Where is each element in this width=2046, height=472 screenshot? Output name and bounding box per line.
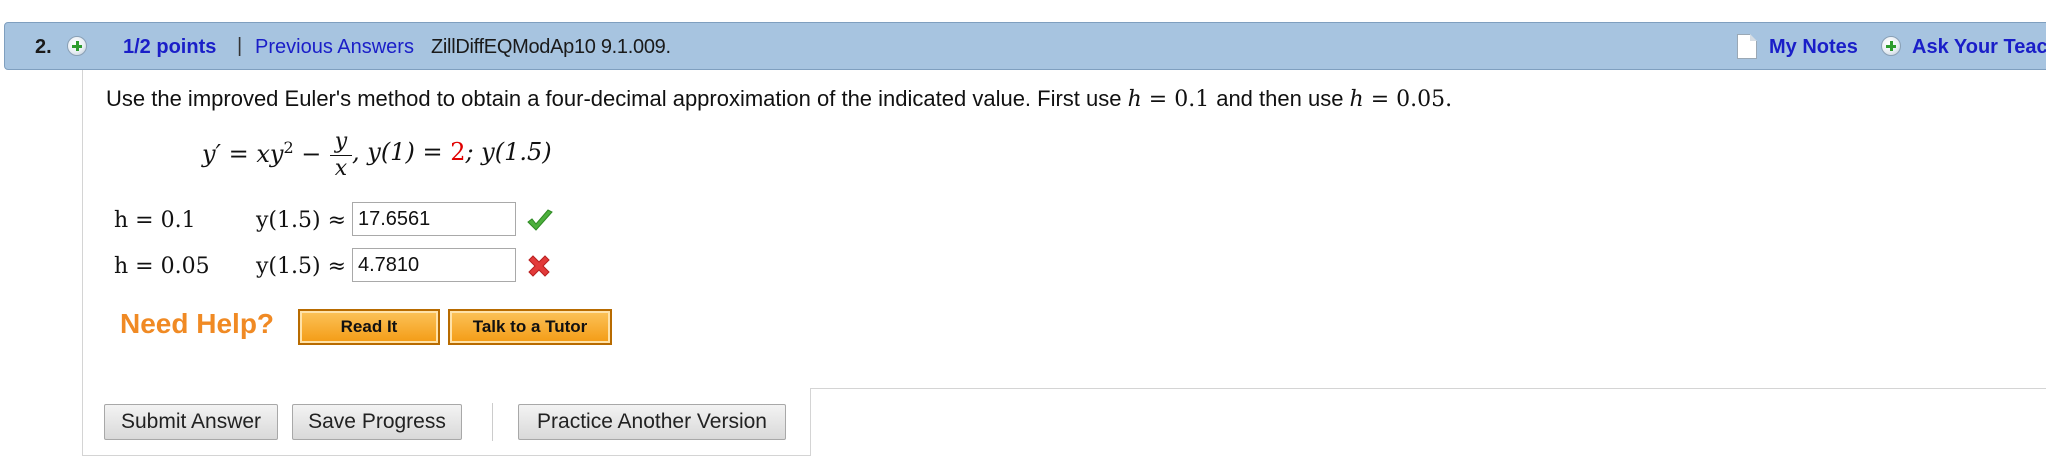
question-header-bar: 2. 1/2 points | Previous Answers ZillDif…	[4, 22, 2046, 70]
answer-input-h-0-05[interactable]	[352, 248, 516, 282]
equation-exponent: 2	[283, 138, 294, 157]
instruction-text: Use the improved Euler's method to obtai…	[106, 86, 1128, 111]
answer-y-label: y(1.5) ≈	[256, 208, 347, 233]
note-icon[interactable]	[1737, 34, 1757, 59]
answer-h-label: h = 0.05	[114, 254, 210, 279]
ask-your-teacher-link[interactable]: Ask Your Teac	[1912, 36, 2046, 59]
submit-answer-button[interactable]: Submit Answer	[104, 404, 278, 440]
equation-target: ; y(1.5)	[465, 138, 552, 166]
practice-another-version-button[interactable]: Practice Another Version	[518, 404, 786, 440]
fraction-numerator: y	[334, 129, 348, 154]
previous-answers-link[interactable]: Previous Answers	[255, 36, 414, 59]
equation-lhs: y′ = xy2 −	[202, 138, 321, 168]
instruction-h-symbol: h	[1127, 87, 1142, 112]
checkmark-icon	[527, 209, 553, 231]
content-frame-left	[82, 70, 83, 456]
fraction-denominator: x	[334, 156, 348, 181]
talk-to-tutor-button[interactable]: Talk to a Tutor	[448, 309, 612, 345]
instruction-h-value: = 0.05.	[1363, 87, 1453, 112]
instruction-h-value: = 0.1	[1141, 87, 1217, 112]
equation-initial-value: 2	[450, 138, 466, 166]
x-mark-icon	[528, 255, 550, 277]
equation-initial-condition: , y(1) =	[352, 138, 451, 166]
instruction-h-symbol: h	[1349, 87, 1364, 112]
save-progress-button[interactable]: Save Progress	[292, 404, 462, 440]
plus-circle-icon[interactable]	[1881, 36, 1901, 56]
read-it-button[interactable]: Read It	[298, 309, 440, 345]
points-link[interactable]: 1/2 points	[123, 36, 216, 59]
answer-h-label: h = 0.1	[114, 208, 196, 233]
equation-minus: −	[293, 140, 322, 168]
plus-circle-icon[interactable]	[67, 36, 87, 56]
answer-y-label: y(1.5) ≈	[256, 254, 347, 279]
equation-rhs: , y(1) = 2; y(1.5)	[352, 138, 552, 166]
content-frame-bottom	[82, 455, 811, 456]
question-number: 2.	[35, 36, 52, 58]
need-help-label: Need Help?	[120, 308, 275, 339]
header-separator: |	[237, 35, 243, 57]
problem-code: ZillDiffEQModAp10 9.1.009.	[431, 36, 671, 58]
button-separator	[492, 403, 493, 441]
instruction-text-mid: and then use	[1216, 86, 1350, 111]
my-notes-link[interactable]: My Notes	[1769, 36, 1858, 59]
equation-derivative: y′ = xy	[202, 140, 284, 168]
content-frame-right	[810, 388, 811, 456]
content-frame-divider	[810, 388, 2046, 389]
equation-fraction: y x	[330, 130, 352, 181]
answer-input-h-0-1[interactable]	[352, 202, 516, 236]
question-instruction: Use the improved Euler's method to obtai…	[106, 86, 1452, 112]
